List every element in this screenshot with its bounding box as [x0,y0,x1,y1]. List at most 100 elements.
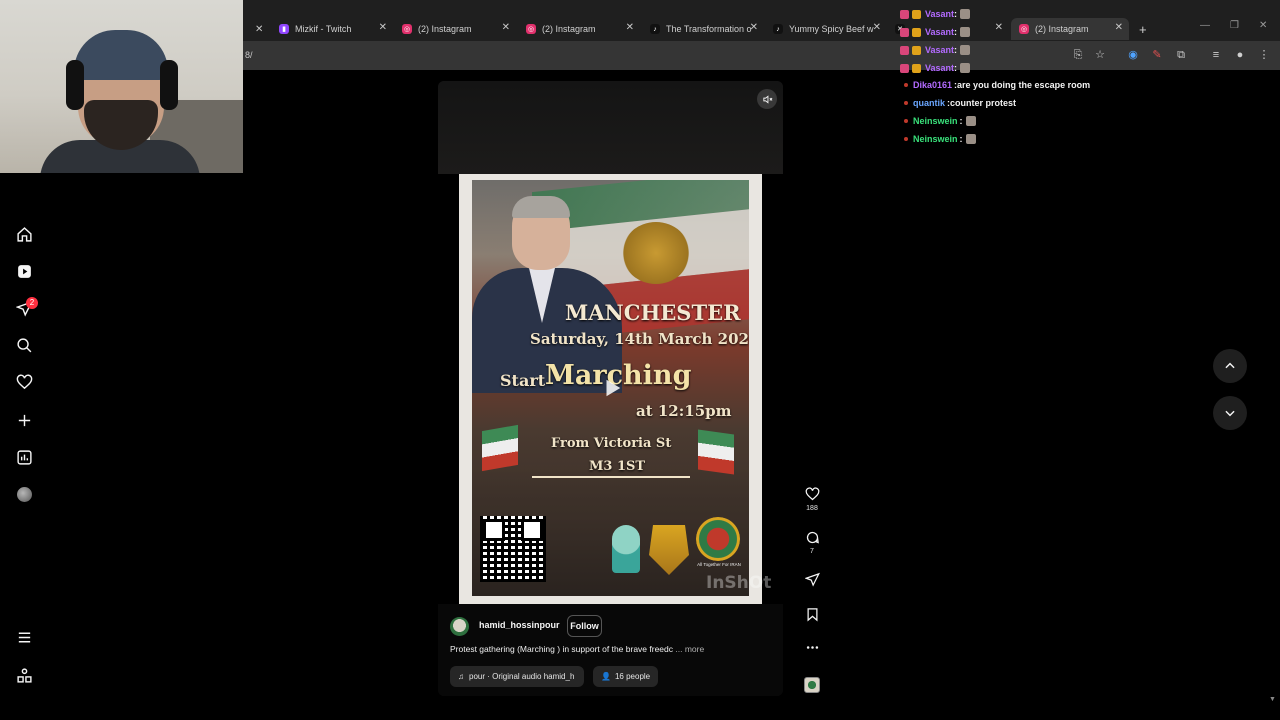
tab-title: Mizkif - Twitch [295,24,352,34]
more-dots-icon[interactable] [805,640,820,655]
previous-reel-button[interactable] [1213,349,1247,383]
follow-button[interactable]: Follow [567,615,602,637]
poster-location: From Victoria St [551,436,672,451]
minimize-icon[interactable]: — [1200,20,1210,31]
create-plus-icon[interactable] [14,410,34,430]
share-icon[interactable] [804,572,820,587]
tab-title: The Transformation o [666,24,752,34]
inshot-watermark: InShOt [706,573,772,593]
save-action[interactable] [802,607,822,622]
poster-divider [532,476,690,478]
headset-right [160,60,178,110]
poster-city: MANCHESTER [565,300,741,325]
profile-avatar-icon[interactable]: ● [1233,48,1247,62]
extension-sound-icon[interactable]: ◉ [1126,48,1140,62]
close-icon[interactable]: ✕ [379,22,387,33]
bookmark-star-icon[interactable]: ☆ [1093,48,1107,62]
comment-action[interactable]: 7 [802,530,822,555]
bookmark-icon[interactable] [805,607,820,622]
tab-instagram-active[interactable]: ◎ (2) Instagram ✕ [1011,18,1129,40]
extensions-puzzle-icon[interactable]: ⧉ [1174,48,1188,62]
people-tagged-chip[interactable]: 👤 16 people [593,666,659,687]
author-avatar[interactable] [450,617,469,636]
reel-caption[interactable]: Protest gathering (Marching ) in support… [450,644,704,654]
chat-message: Vasant : [897,42,971,58]
chat-username: quantik [913,98,946,108]
audio-thumbnail[interactable] [804,677,820,693]
next-reel-button[interactable] [1213,396,1247,430]
chat-emote-icon [965,134,976,144]
tab-close-prev[interactable]: ✕ [255,18,267,40]
new-tab-button[interactable]: + [1139,18,1151,40]
tab-twitch[interactable]: ▮ Mizkif - Twitch ✕ [279,18,387,40]
close-icon[interactable]: ✕ [502,22,510,33]
also-from-meta-icon[interactable] [14,665,34,685]
media-control-icon[interactable]: ≡ [1209,48,1223,62]
url-text[interactable]: 8/ [245,50,253,60]
chat-emote-icon [960,9,971,19]
extension-icon[interactable]: ✎ [1150,48,1164,62]
chat-username: Neinswein [913,134,958,144]
like-count: 188 [806,505,818,512]
twitch-icon: ▮ [279,24,289,34]
install-app-icon[interactable]: ⎘ [1071,48,1085,62]
profile-avatar[interactable] [17,487,32,502]
reels-icon[interactable] [14,261,34,281]
window-close-icon[interactable]: ✕ [1259,20,1267,31]
play-icon[interactable] [601,377,623,399]
audio-chip[interactable]: ♫ pour · Original audio hamid_h [450,666,584,687]
chat-bullet-icon [904,119,908,123]
round-crest-emblem [696,517,740,561]
reel-player[interactable]: MANCHESTER Saturday, 14th March 2026 Sta… [438,81,783,696]
browser-menu-icon[interactable]: ⋮ [1257,48,1271,62]
address-bar[interactable]: 8/ ⎘ ☆ ◉ ✎ ⧉ ≡ ● ⋮ [243,41,1280,70]
chat-bullet-icon [904,83,908,87]
small-flag-right [698,429,734,475]
caption-more-link[interactable]: ... more [675,644,704,654]
author-username[interactable]: hamid_hossinpour [479,620,560,630]
subscriber-badge-icon [900,27,909,37]
restore-icon[interactable]: ❐ [1230,20,1239,31]
home-icon[interactable] [14,224,34,244]
webcam-overlay [0,0,243,173]
tab-instagram-2[interactable]: ◎ (2) Instagram ✕ [526,18,634,40]
close-icon[interactable]: ✕ [1115,22,1123,33]
close-icon[interactable]: ✕ [750,22,758,33]
dashboard-icon[interactable] [14,447,34,467]
heart-icon[interactable] [14,372,34,392]
heart-icon[interactable] [805,487,820,502]
chat-message: Dika0161 : are you doing the escape room [897,77,1090,93]
chevron-down-icon [1225,410,1235,417]
notification-badge: 2 [26,297,38,309]
like-action[interactable]: 188 [802,487,822,512]
chat-message: Vasant : [897,24,971,40]
chat-username: Vasant [925,27,955,37]
chat-bullet-icon [904,137,908,141]
tiktok-icon: ♪ [650,24,660,34]
tab-tiktok-1[interactable]: ♪ The Transformation o ✕ [650,18,758,40]
muted-speaker-icon[interactable] [757,89,777,109]
more-options-action[interactable] [802,640,822,655]
caption-text: Protest gathering (Marching ) in support… [450,644,674,654]
share-action[interactable] [802,572,822,587]
chat-separator: : [954,27,958,37]
close-icon[interactable]: ✕ [626,22,634,33]
comment-icon[interactable] [805,530,820,545]
chevron-up-icon [1225,362,1235,369]
close-icon[interactable]: ✕ [995,22,1003,33]
chat-emote-icon [960,27,971,37]
person-icon: 👤 [601,672,611,681]
chat-message: Neinswein : [897,131,976,147]
menu-hamburger-icon[interactable] [14,627,34,647]
scrollbar-down-arrow-icon[interactable]: ▼ [1269,696,1276,703]
headset-left [66,60,84,110]
tab-instagram-1[interactable]: ◎ (2) Instagram ✕ [402,18,510,40]
close-icon[interactable]: ✕ [873,22,881,33]
tab-tiktok-2[interactable]: ♪ Yummy Spicy Beef w ✕ [773,18,881,40]
ribbon-emblem [612,525,640,573]
close-icon[interactable]: ✕ [255,24,263,35]
search-icon[interactable] [14,335,34,355]
tab-title: (2) Instagram [418,24,472,34]
music-note-icon: ♫ [458,672,464,681]
instagram-icon: ◎ [526,24,536,34]
